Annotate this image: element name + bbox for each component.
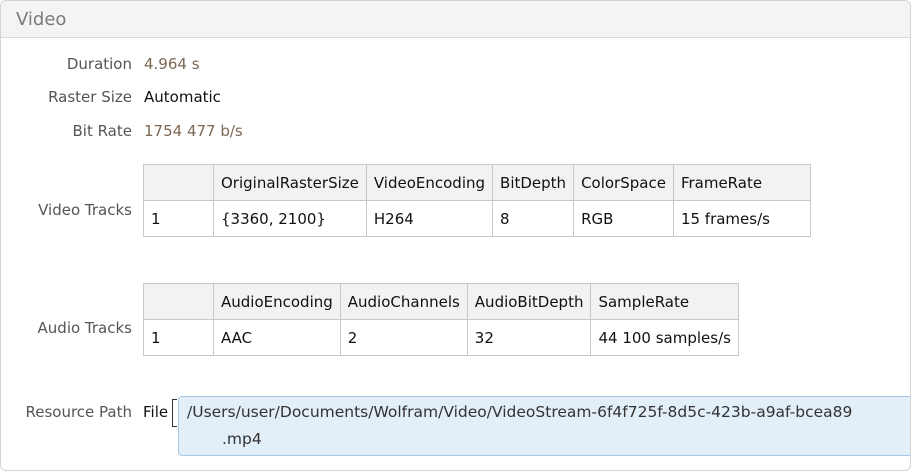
panel-title: Video xyxy=(16,9,67,30)
table-cell: 1 xyxy=(143,319,214,356)
resource-path-label: Resource Path xyxy=(25,403,132,421)
column-header: OriginalRasterSize xyxy=(213,164,367,201)
column-header: BitDepth xyxy=(492,164,575,201)
table-cell: 8 xyxy=(492,200,575,237)
table-cell: {3360, 2100} xyxy=(213,200,367,237)
column-header: ColorSpace xyxy=(573,164,674,201)
table-cell: 44 100 samples/s xyxy=(590,319,739,356)
panel-header: Video xyxy=(1,1,910,38)
table-cell: AAC xyxy=(213,319,341,356)
bit-rate-value: 1754 477 b/s xyxy=(144,122,243,140)
column-header: AudioBitDepth xyxy=(466,283,592,320)
table-cell: H264 xyxy=(365,200,494,237)
table-header-row: AudioEncoding AudioChannels AudioBitDept… xyxy=(143,283,739,320)
video-tracks-table: OriginalRasterSize VideoEncoding BitDept… xyxy=(143,164,811,237)
table-header-row: OriginalRasterSize VideoEncoding BitDept… xyxy=(143,164,811,201)
path-text-continued: .mp4 xyxy=(222,430,262,448)
duration-value: 4.964 s xyxy=(144,55,200,73)
raster-size-label: Raster Size xyxy=(48,88,132,106)
column-header: AudioEncoding xyxy=(213,283,341,320)
column-header xyxy=(143,283,214,320)
column-header: FrameRate xyxy=(672,164,811,201)
video-tracks-label: Video Tracks xyxy=(38,201,132,219)
column-header: SampleRate xyxy=(590,283,739,320)
table-cell: 2 xyxy=(339,319,468,356)
audio-tracks-table: AudioEncoding AudioChannels AudioBitDept… xyxy=(143,283,739,356)
bit-rate-label: Bit Rate xyxy=(72,122,132,140)
table-cell: 15 frames/s xyxy=(672,200,811,237)
raster-size-value: Automatic xyxy=(144,88,221,106)
table-cell: 1 xyxy=(143,200,214,237)
column-header: AudioChannels xyxy=(339,283,468,320)
table-cell: 32 xyxy=(466,319,592,356)
bracket-icon xyxy=(172,399,177,427)
table-cell: RGB xyxy=(573,200,674,237)
column-header: VideoEncoding xyxy=(365,164,494,201)
path-text: /Users/user/Documents/Wolfram/Video/Vide… xyxy=(187,403,853,421)
column-header xyxy=(143,164,214,201)
audio-tracks-label: Audio Tracks xyxy=(37,319,132,337)
resource-path-field[interactable]: /Users/user/Documents/Wolfram/Video/Vide… xyxy=(178,396,910,456)
video-info-panel: Video Duration 4.964 s Raster Size Autom… xyxy=(0,0,911,471)
table-row: 1 AAC 2 32 44 100 samples/s xyxy=(143,319,739,356)
file-type-label: File xyxy=(143,403,169,421)
duration-label: Duration xyxy=(66,55,132,73)
table-row: 1 {3360, 2100} H264 8 RGB 15 frames/s xyxy=(143,200,811,237)
